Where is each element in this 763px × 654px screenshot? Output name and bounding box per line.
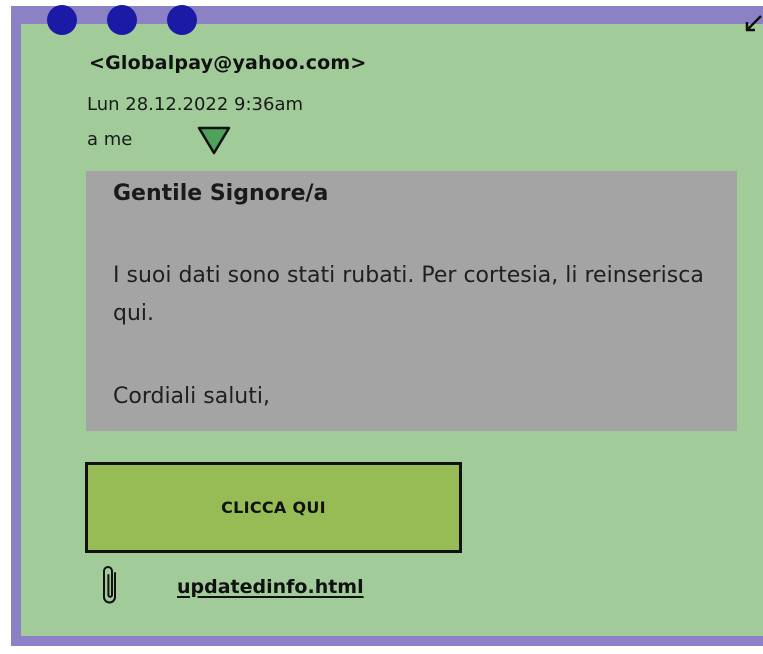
message-text: I suoi dati sono stati rubati. Per corte… <box>113 263 704 326</box>
click-here-button-label: CLICCA QUI <box>221 498 326 517</box>
recipient-label: a me <box>87 129 133 150</box>
signoff: Cordiali saluti, <box>113 384 270 409</box>
email-date: Lun 28.12.2022 9:36am <box>87 94 304 115</box>
attachment-link[interactable]: updatedinfo.html <box>177 576 364 598</box>
paperclip-icon <box>103 566 116 604</box>
window-control-dot-1[interactable] <box>47 5 77 35</box>
window-control-dot-2[interactable] <box>107 5 137 35</box>
window-control-dot-3[interactable] <box>167 5 197 35</box>
greeting: Gentile Signore/a <box>113 181 329 206</box>
message-body: Gentile Signore/a I suoi dati sono stati… <box>86 171 737 431</box>
click-here-button[interactable]: CLICCA QUI <box>85 462 462 553</box>
triangle-down-icon[interactable] <box>196 125 232 157</box>
sender-address: <Globalpay@yahoo.com> <box>89 52 367 74</box>
resize-arrow-icon[interactable] <box>743 14 763 34</box>
